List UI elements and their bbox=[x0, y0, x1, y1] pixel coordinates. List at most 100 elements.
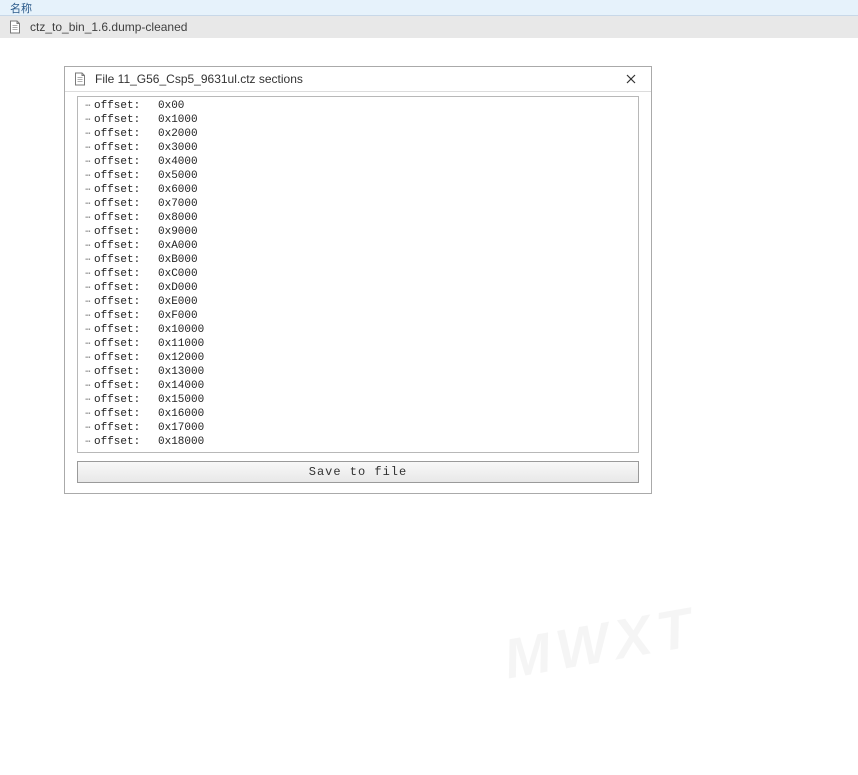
offset-value: 0xC000 bbox=[154, 268, 198, 280]
offset-row[interactable]: ⋯offset:0x8000 bbox=[82, 211, 638, 225]
offset-label: offset: bbox=[94, 352, 154, 364]
offset-row[interactable]: ⋯offset:0xD000 bbox=[82, 281, 638, 295]
tree-connector-icon: ⋯ bbox=[82, 354, 94, 363]
tree-connector-icon: ⋯ bbox=[82, 340, 94, 349]
sections-tree-container: ⋯offset:0x00⋯offset:0x1000⋯offset:0x2000… bbox=[77, 96, 639, 453]
tree-connector-icon: ⋯ bbox=[82, 298, 94, 307]
offset-value: 0x00 bbox=[154, 100, 184, 112]
offset-label: offset: bbox=[94, 184, 154, 196]
offset-row[interactable]: ⋯offset:0x7000 bbox=[82, 197, 638, 211]
offset-row[interactable]: ⋯offset:0xC000 bbox=[82, 267, 638, 281]
offset-row[interactable]: ⋯offset:0x1000 bbox=[82, 113, 638, 127]
tree-connector-icon: ⋯ bbox=[82, 256, 94, 265]
offset-value: 0xF000 bbox=[154, 310, 198, 322]
tree-connector-icon: ⋯ bbox=[82, 214, 94, 223]
offset-row[interactable]: ⋯offset:0x18000 bbox=[82, 435, 638, 449]
offset-value: 0x18000 bbox=[154, 436, 204, 448]
offset-label: offset: bbox=[94, 254, 154, 266]
offset-row[interactable]: ⋯offset:0xE000 bbox=[82, 295, 638, 309]
tree-connector-icon: ⋯ bbox=[82, 382, 94, 391]
tree-connector-icon: ⋯ bbox=[82, 144, 94, 153]
watermark-text: MWXT bbox=[499, 594, 702, 692]
tree-connector-icon: ⋯ bbox=[82, 424, 94, 433]
offset-value: 0x2000 bbox=[154, 128, 198, 140]
offset-value: 0x17000 bbox=[154, 422, 204, 434]
tree-connector-icon: ⋯ bbox=[82, 312, 94, 321]
offset-value: 0x11000 bbox=[154, 338, 204, 350]
dialog-titlebar[interactable]: File 11_G56_Csp5_9631ul.ctz sections bbox=[65, 67, 651, 92]
tree-connector-icon: ⋯ bbox=[82, 438, 94, 447]
offset-value: 0x3000 bbox=[154, 142, 198, 154]
offset-row[interactable]: ⋯offset:0x16000 bbox=[82, 407, 638, 421]
close-button[interactable] bbox=[619, 70, 643, 88]
offset-row[interactable]: ⋯offset:0x12000 bbox=[82, 351, 638, 365]
tree-connector-icon: ⋯ bbox=[82, 116, 94, 125]
offset-label: offset: bbox=[94, 296, 154, 308]
tree-connector-icon: ⋯ bbox=[82, 242, 94, 251]
offset-row[interactable]: ⋯offset:0x17000 bbox=[82, 421, 638, 435]
offset-label: offset: bbox=[94, 380, 154, 392]
tree-connector-icon: ⋯ bbox=[82, 130, 94, 139]
offset-row[interactable]: ⋯offset:0x5000 bbox=[82, 169, 638, 183]
offset-row[interactable]: ⋯offset:0x15000 bbox=[82, 393, 638, 407]
tree-connector-icon: ⋯ bbox=[82, 410, 94, 419]
offset-row[interactable]: ⋯offset:0x10000 bbox=[82, 323, 638, 337]
offset-row[interactable]: ⋯offset:0x4000 bbox=[82, 155, 638, 169]
tree-connector-icon: ⋯ bbox=[82, 396, 94, 405]
dialog-title: File 11_G56_Csp5_9631ul.ctz sections bbox=[95, 72, 611, 86]
offset-row[interactable]: ⋯offset:0x14000 bbox=[82, 379, 638, 393]
tree-connector-icon: ⋯ bbox=[82, 186, 94, 195]
offset-value: 0x15000 bbox=[154, 394, 204, 406]
offset-row[interactable]: ⋯offset:0x6000 bbox=[82, 183, 638, 197]
offset-label: offset: bbox=[94, 366, 154, 378]
offset-row[interactable]: ⋯offset:0xA000 bbox=[82, 239, 638, 253]
column-header-name: 名称 bbox=[10, 0, 32, 16]
offset-label: offset: bbox=[94, 212, 154, 224]
tree-connector-icon: ⋯ bbox=[82, 368, 94, 377]
offset-value: 0x8000 bbox=[154, 212, 198, 224]
file-name-label: ctz_to_bin_1.6.dump-cleaned bbox=[30, 20, 187, 34]
offset-row[interactable]: ⋯offset:0x3000 bbox=[82, 141, 638, 155]
offset-row[interactable]: ⋯offset:0xF000 bbox=[82, 309, 638, 323]
offset-label: offset: bbox=[94, 128, 154, 140]
document-icon bbox=[73, 72, 87, 86]
save-to-file-button[interactable]: Save to file bbox=[77, 461, 639, 483]
offset-value: 0x6000 bbox=[154, 184, 198, 196]
offset-row[interactable]: ⋯offset:0xB000 bbox=[82, 253, 638, 267]
offset-value: 0x16000 bbox=[154, 408, 204, 420]
tree-connector-icon: ⋯ bbox=[82, 102, 94, 111]
offset-value: 0xB000 bbox=[154, 254, 198, 266]
offset-label: offset: bbox=[94, 282, 154, 294]
offset-value: 0x10000 bbox=[154, 324, 204, 336]
offset-row[interactable]: ⋯offset:0x11000 bbox=[82, 337, 638, 351]
sections-tree[interactable]: ⋯offset:0x00⋯offset:0x1000⋯offset:0x2000… bbox=[78, 97, 638, 452]
file-list-row[interactable]: ctz_to_bin_1.6.dump-cleaned bbox=[0, 16, 858, 38]
offset-value: 0xD000 bbox=[154, 282, 198, 294]
offset-label: offset: bbox=[94, 198, 154, 210]
dialog-body: ⋯offset:0x00⋯offset:0x1000⋯offset:0x2000… bbox=[65, 92, 651, 493]
offset-value: 0x9000 bbox=[154, 226, 198, 238]
tree-connector-icon: ⋯ bbox=[82, 158, 94, 167]
offset-label: offset: bbox=[94, 408, 154, 420]
offset-row[interactable]: ⋯offset:0x9000 bbox=[82, 225, 638, 239]
offset-label: offset: bbox=[94, 156, 154, 168]
tree-connector-icon: ⋯ bbox=[82, 326, 94, 335]
offset-label: offset: bbox=[94, 142, 154, 154]
offset-row[interactable]: ⋯offset:0x13000 bbox=[82, 365, 638, 379]
offset-label: offset: bbox=[94, 226, 154, 238]
tree-connector-icon: ⋯ bbox=[82, 270, 94, 279]
offset-value: 0x7000 bbox=[154, 198, 198, 210]
offset-label: offset: bbox=[94, 170, 154, 182]
offset-value: 0x12000 bbox=[154, 352, 204, 364]
offset-label: offset: bbox=[94, 324, 154, 336]
offset-value: 0x13000 bbox=[154, 366, 204, 378]
offset-label: offset: bbox=[94, 268, 154, 280]
offset-label: offset: bbox=[94, 100, 154, 112]
tree-connector-icon: ⋯ bbox=[82, 284, 94, 293]
offset-label: offset: bbox=[94, 114, 154, 126]
offset-row[interactable]: ⋯offset:0x00 bbox=[82, 99, 638, 113]
offset-value: 0x14000 bbox=[154, 380, 204, 392]
offset-row[interactable]: ⋯offset:0x2000 bbox=[82, 127, 638, 141]
offset-value: 0x1000 bbox=[154, 114, 198, 126]
offset-label: offset: bbox=[94, 394, 154, 406]
